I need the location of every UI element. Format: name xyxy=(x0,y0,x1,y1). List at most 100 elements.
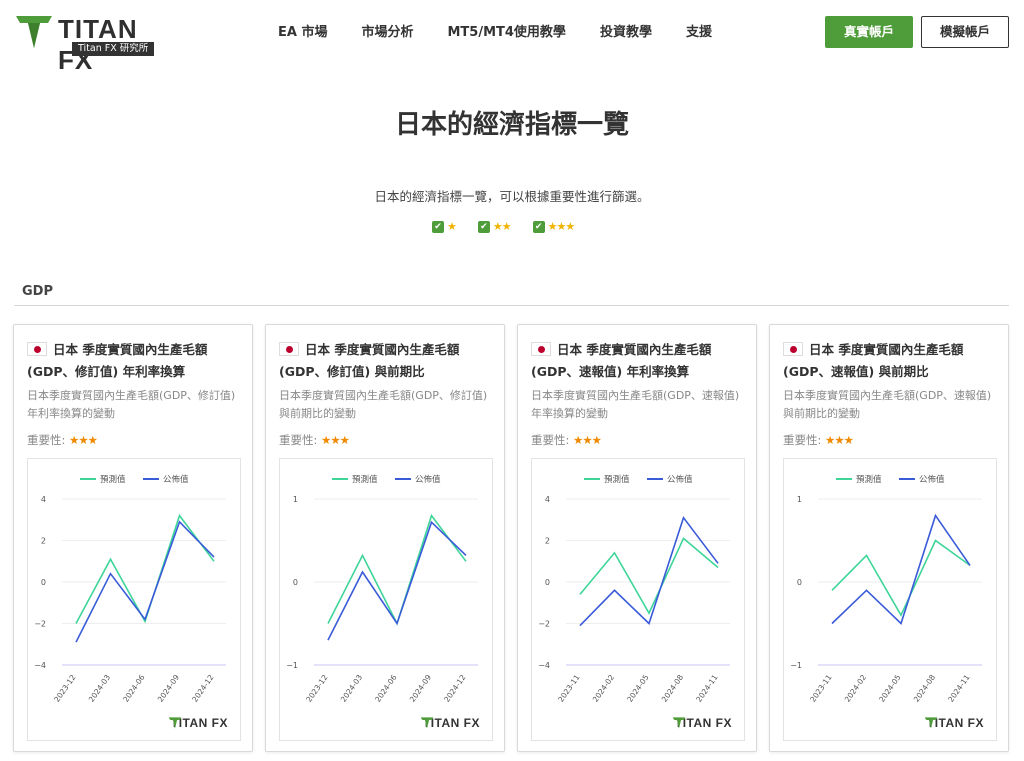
card-description: 日本季度實質國內生產毛額(GDP、速報值)與前期比的變動 xyxy=(783,389,992,420)
indicator-card[interactable]: 日本 季度實質國內生產毛額(GDP、修訂值) 年利率換算 日本季度實質國內生產毛… xyxy=(13,324,253,752)
y-tick-label: 1 xyxy=(293,495,298,504)
line-chart: 預測值 公佈值 4 2 0 −2 −4 2023-12 2024-03 2024-06 2024-0… xyxy=(34,474,226,704)
y-tick-label: −1 xyxy=(790,661,802,670)
forecast-series-line xyxy=(327,513,467,626)
legend-forecast-label: 預測值 xyxy=(352,474,378,485)
y-tick-label: 0 xyxy=(797,578,802,587)
line-chart: 預測值 公佈值 1 0 −1 2023-11 2024-02 2024-05 2024-08 20… xyxy=(790,474,982,704)
x-tick-label: 2024-02 xyxy=(843,673,868,704)
logo-subtitle: Titan FX 研究所 xyxy=(72,42,155,56)
titan-fx-watermark: TITAN FX xyxy=(924,716,984,730)
nav-mt5-tutorial[interactable]: MT5/MT4使用教學 xyxy=(447,22,565,44)
main-nav: EA 市場 市場分析 MT5/MT4使用教學 投資教學 支援 xyxy=(278,22,746,44)
real-account-button[interactable]: 真實帳戶 xyxy=(825,16,913,48)
legend-forecast-label: 預測值 xyxy=(856,474,882,485)
titan-fx-watermark: TITAN FX xyxy=(168,716,228,730)
card-title[interactable]: 日本 季度實質國內生產毛額(GDP、速報值) 年利率換算 xyxy=(531,339,749,383)
x-tick-label: 2023-12 xyxy=(52,673,77,704)
filter-2-star[interactable]: ✔ ★★ xyxy=(477,220,512,233)
y-tick-label: 0 xyxy=(545,578,550,587)
card-description: 日本季度實質國內生產毛額(GDP、修訂值)年利率換算的變動 xyxy=(27,389,236,420)
nav-investment-tutorial[interactable]: 投資教學 xyxy=(600,22,652,44)
checkbox-checked-icon[interactable]: ✔ xyxy=(477,220,490,233)
page-title: 日本的經濟指標一覽 xyxy=(394,110,629,140)
x-tick-label: 2024-06 xyxy=(373,673,398,704)
importance-rating: 重要性: ★★★ xyxy=(783,433,854,447)
japan-flag-icon xyxy=(531,342,551,356)
x-tick-label: 2024-03 xyxy=(339,673,364,704)
importance-rating: 重要性: ★★★ xyxy=(279,433,350,447)
line-chart: 預測值 公佈值 1 0 −1 2023-12 2024-03 2024-06 2024-09 20… xyxy=(286,474,478,704)
actual-series-line xyxy=(579,515,719,627)
y-tick-label: 4 xyxy=(545,495,550,504)
filter-stars-label: ★ xyxy=(447,220,457,233)
filter-3-star[interactable]: ✔ ★★★ xyxy=(532,220,576,233)
x-tick-label: 2024-11 xyxy=(694,673,719,704)
titan-shield-icon xyxy=(420,717,434,729)
nav-market-analysis[interactable]: 市場分析 xyxy=(361,22,413,44)
indicator-chart: 預測值 公佈值 1 0 −1 2023-12 2024-03 2024-06 2024-09 20… xyxy=(279,458,493,741)
x-tick-label: 2024-11 xyxy=(946,673,971,704)
legend-forecast-label: 預測值 xyxy=(604,474,630,485)
y-tick-label: 4 xyxy=(41,495,46,504)
card-description: 日本季度實質國內生產毛額(GDP、修訂值)與前期比的變動 xyxy=(279,389,488,420)
demo-account-button[interactable]: 模擬帳戶 xyxy=(921,16,1009,48)
indicator-card[interactable]: 日本 季度實質國內生產毛額(GDP、速報值) 年利率換算 日本季度實質國內生產毛… xyxy=(517,324,757,752)
x-tick-label: 2023-11 xyxy=(556,673,581,704)
legend-actual-label: 公佈值 xyxy=(667,474,693,485)
card-title[interactable]: 日本 季度實質國內生產毛額(GDP、速報值) 與前期比 xyxy=(783,339,1001,383)
y-tick-label: −4 xyxy=(34,661,46,670)
indicator-card[interactable]: 日本 季度實質國內生產毛額(GDP、速報值) 與前期比 日本季度實質國內生產毛額… xyxy=(769,324,1009,752)
x-tick-label: 2024-02 xyxy=(591,673,616,704)
importance-rating: 重要性: ★★★ xyxy=(27,433,98,447)
x-tick-label: 2024-06 xyxy=(121,673,146,704)
importance-rating: 重要性: ★★★ xyxy=(531,433,602,447)
indicator-card[interactable]: 日本 季度實質國內生產毛額(GDP、修訂值) 與前期比 日本季度實質國內生產毛額… xyxy=(265,324,505,752)
y-tick-label: 0 xyxy=(293,578,298,587)
line-chart: 預測值 公佈值 4 2 0 −2 −4 2023-11 2024-02 2024-05 2024-0… xyxy=(538,474,730,704)
checkbox-checked-icon[interactable]: ✔ xyxy=(532,220,545,233)
legend-actual-label: 公佈值 xyxy=(919,474,945,485)
titan-shield-icon xyxy=(672,717,686,729)
page-description: 日本的經濟指標一覽，可以根據重要性進行篩選。 xyxy=(374,189,650,204)
y-tick-label: −1 xyxy=(286,661,298,670)
titan-shield-icon xyxy=(924,717,938,729)
x-tick-label: 2024-09 xyxy=(408,673,433,704)
y-tick-label: 0 xyxy=(41,578,46,587)
filter-stars-label: ★★★ xyxy=(547,220,576,233)
nav-ea-market[interactable]: EA 市場 xyxy=(278,22,327,44)
x-tick-label: 2024-08 xyxy=(912,673,937,704)
x-tick-label: 2024-12 xyxy=(190,673,215,704)
x-tick-label: 2024-08 xyxy=(660,673,685,704)
forecast-series-line xyxy=(75,513,215,624)
card-title[interactable]: 日本 季度實質國內生產毛額(GDP、修訂值) 年利率換算 xyxy=(27,339,245,383)
titan-shield-icon xyxy=(16,16,52,48)
importance-filters: ✔ ★ ✔ ★★ ✔ ★★★ xyxy=(432,220,596,233)
x-tick-label: 2023-11 xyxy=(808,673,833,704)
titan-fx-logo[interactable]: TITAN FX Titan FX 研究所 xyxy=(14,12,174,75)
checkbox-checked-icon[interactable]: ✔ xyxy=(432,220,444,233)
indicator-chart: 預測值 公佈值 4 2 0 −2 −4 2023-11 2024-02 2024-05 2024-0… xyxy=(531,458,745,741)
x-tick-label: 2024-05 xyxy=(877,673,902,704)
x-tick-label: 2023-12 xyxy=(304,673,329,704)
japan-flag-icon xyxy=(279,342,299,356)
nav-support[interactable]: 支援 xyxy=(686,22,712,44)
card-description: 日本季度實質國內生產毛額(GDP、速報值)年率換算的變動 xyxy=(531,389,740,420)
japan-flag-icon xyxy=(27,342,47,356)
x-tick-label: 2024-03 xyxy=(87,673,112,704)
x-tick-label: 2024-12 xyxy=(442,673,467,704)
y-tick-label: −2 xyxy=(34,620,46,629)
card-title[interactable]: 日本 季度實質國內生產毛額(GDP、修訂值) 與前期比 xyxy=(279,339,497,383)
x-tick-label: 2024-09 xyxy=(156,673,181,704)
filter-1-star[interactable]: ✔ ★ xyxy=(432,220,457,233)
legend-forecast-label: 預測值 xyxy=(100,474,126,485)
site-header: TITAN FX Titan FX 研究所 EA 市場 市場分析 MT5/MT4… xyxy=(0,0,1024,75)
indicator-chart: 預測值 公佈值 4 2 0 −2 −4 2023-12 2024-03 2024-06 2024-0… xyxy=(27,458,241,741)
titan-shield-icon xyxy=(168,717,182,729)
y-tick-label: 2 xyxy=(545,537,550,546)
indicator-chart: 預測值 公佈值 1 0 −1 2023-11 2024-02 2024-05 2024-08 20… xyxy=(783,458,997,741)
filter-stars-label: ★★ xyxy=(492,220,512,233)
legend-actual-label: 公佈值 xyxy=(415,474,441,485)
y-tick-label: −4 xyxy=(538,661,550,670)
section-title-gdp: GDP xyxy=(22,284,53,299)
